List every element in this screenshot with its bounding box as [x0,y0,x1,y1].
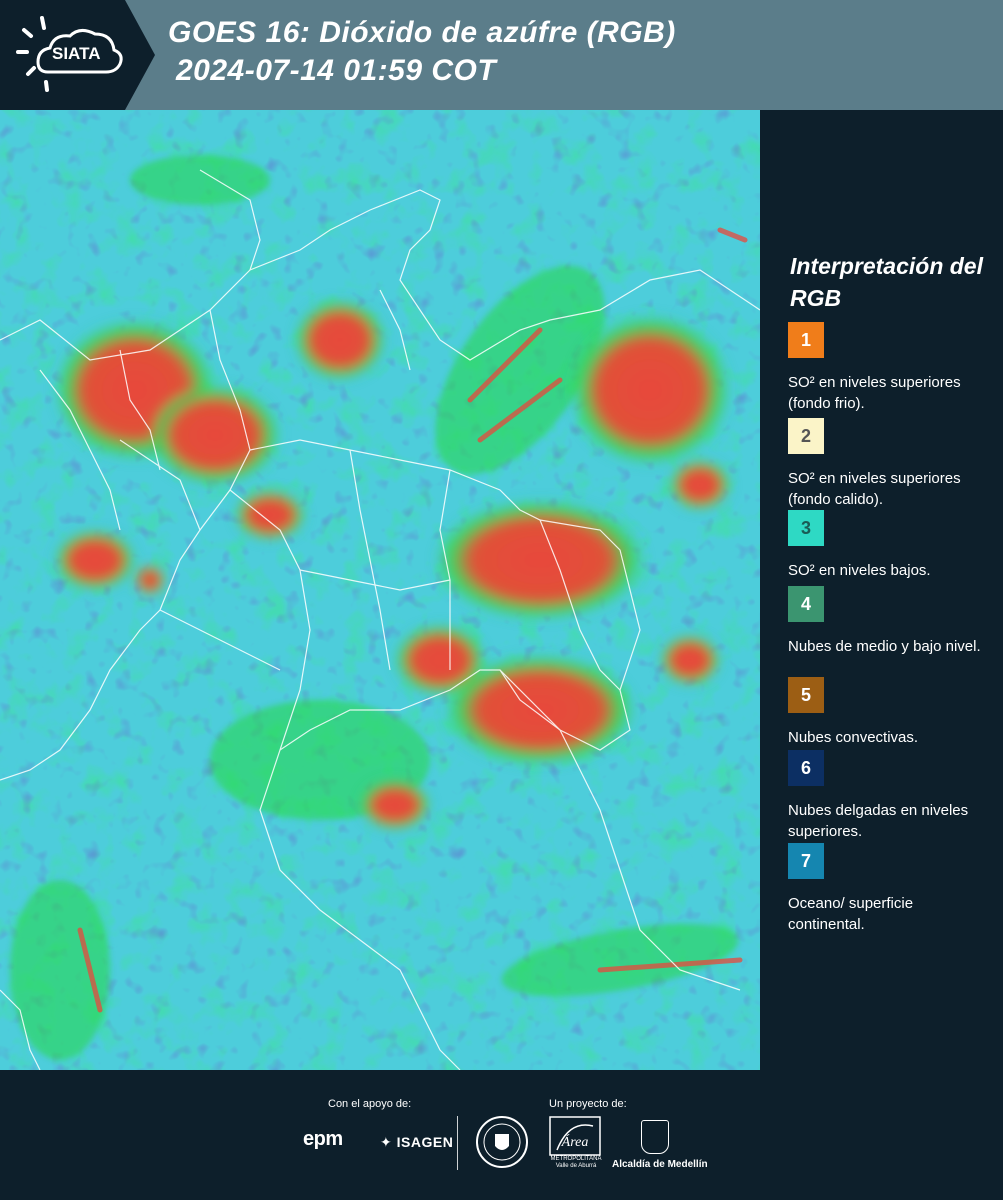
project-label: Un proyecto de: [549,1098,627,1110]
legend-text-5: Nubes convectivas. [788,729,919,746]
legend-number-7: 7 [800,850,811,871]
isagen-text: ISAGEN [396,1134,454,1150]
rgb-legend-panel: Interpretación del RGB 1 SO² en niveles … [760,110,1003,1070]
legend-swatch-6: 6 [788,750,824,786]
page-title: GOES 16: Dióxido de azúfre (RGB) [168,16,676,49]
legend-text-2: SO² en niveles superiores (fondo calido)… [788,470,961,508]
footer-divider [457,1116,458,1170]
legend-number-1: 1 [800,329,811,350]
legend-item-7: 7 Oceano/ superficie continental. [788,843,993,935]
siata-logo: SIATA [0,0,155,110]
satellite-image [0,110,760,1070]
epm-logo: epm [303,1128,343,1150]
legend-text-6: Nubes delgadas en niveles superiores. [788,802,969,840]
legend-number-5: 5 [800,684,811,705]
legend-title: Interpretación del RGB [790,253,983,311]
legend-number-4: 4 [800,593,811,614]
legend-item-6: 6 Nubes delgadas en niveles superiores. [788,750,993,842]
area-logo-name: Área [561,1133,589,1150]
legend-text-4: Nubes de medio y bajo nivel. [788,638,981,655]
legend-item-1: 1 SO² en niveles superiores (fondo frio)… [788,322,993,414]
legend-swatch-1: 1 [788,322,824,358]
logo-text: SIATA [52,44,101,63]
footer-sponsors: Con el apoyo de: Un proyecto de: epm ✦ I… [0,1070,1003,1200]
medellin-seal-icon [476,1116,528,1168]
header-bar: SIATA GOES 16: Dióxido de azúfre (RGB) 2… [0,0,1003,110]
legend-text-1: SO² en niveles superiores (fondo frio). [788,374,961,412]
legend-number-2: 2 [800,425,811,446]
isagen-logo: ✦ ISAGEN [380,1134,454,1150]
page-subtitle-datetime: 2024-07-14 01:59 COT [176,54,497,87]
alcaldia-logo-text: Alcaldía de Medellín [612,1159,708,1170]
legend-swatch-3: 3 [788,510,824,546]
legend-swatch-7: 7 [788,843,824,879]
legend-swatch-2: 2 [788,418,824,454]
legend-swatch-4: 4 [788,586,824,622]
legend-number-3: 3 [800,517,811,538]
legend-item-2: 2 SO² en niveles superiores (fondo calid… [788,418,993,510]
legend-swatch-5: 5 [788,677,824,713]
legend-item-5: 5 Nubes convectivas. [788,677,993,748]
legend-text-3: SO² en niveles bajos. [788,562,931,579]
legend-number-6: 6 [800,757,811,778]
support-label: Con el apoyo de: [328,1098,412,1110]
legend-item-4: 4 Nubes de medio y bajo nivel. [788,586,993,657]
legend-item-3: 3 SO² en niveles bajos. [788,510,993,581]
alcaldia-crest-icon [641,1120,669,1154]
area-subtitle: METROPOLITANA Valle de Aburrá [550,1156,602,1169]
legend-text-7: Oceano/ superficie continental. [788,895,914,933]
